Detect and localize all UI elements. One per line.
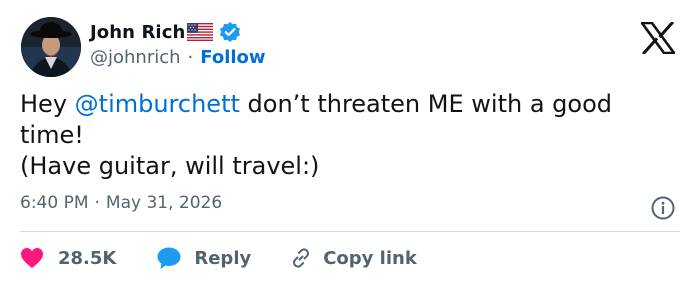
verified-badge-icon	[219, 21, 241, 43]
info-icon[interactable]	[650, 195, 676, 221]
author-handle[interactable]: @johnrich	[90, 47, 181, 68]
tweet-date: May 31, 2026	[105, 193, 223, 213]
tweet-text: Hey @timburchett don’t threaten ME with …	[20, 89, 680, 182]
action-bar: 28.5K Reply Copy link	[20, 244, 417, 272]
follow-button[interactable]: Follow	[200, 47, 265, 68]
tweet-timestamp[interactable]: 6:40 PM · May 31, 2026	[20, 193, 222, 213]
tweet-text-part: Hey	[20, 90, 75, 118]
tweet-line-3: (Have guitar, will travel:)	[20, 152, 320, 180]
avatar[interactable]	[21, 17, 81, 77]
us-flag-icon	[187, 23, 214, 41]
reply-bubble-icon	[157, 247, 181, 269]
author-name-row: John Rich	[90, 19, 241, 45]
tweet-line-2: time!	[20, 121, 84, 149]
mention-link[interactable]: @timburchett	[75, 90, 240, 118]
author-display-name[interactable]: John Rich	[90, 22, 185, 43]
tweet-text-part: don’t threaten ME with a good	[239, 90, 612, 118]
link-chain-icon	[293, 248, 310, 268]
meta-separator: ·	[94, 193, 100, 213]
heart-icon	[21, 248, 43, 268]
avatar-image	[21, 17, 81, 77]
like-button[interactable]: 28.5K	[20, 247, 116, 269]
copy-link-button[interactable]: Copy link	[289, 246, 417, 270]
reply-button[interactable]: Reply	[156, 246, 251, 270]
divider	[20, 231, 680, 232]
tweet-line-1: Hey @timburchett don’t threaten ME with …	[20, 89, 680, 120]
like-count: 28.5K	[58, 247, 117, 269]
tweet-time: 6:40 PM	[20, 193, 89, 213]
x-logo-icon[interactable]	[639, 20, 677, 56]
author-handle-row: @johnrich · Follow	[90, 47, 266, 68]
copy-link-label: Copy link	[323, 247, 417, 269]
handle-separator: ·	[187, 47, 194, 68]
reply-label: Reply	[194, 247, 252, 269]
